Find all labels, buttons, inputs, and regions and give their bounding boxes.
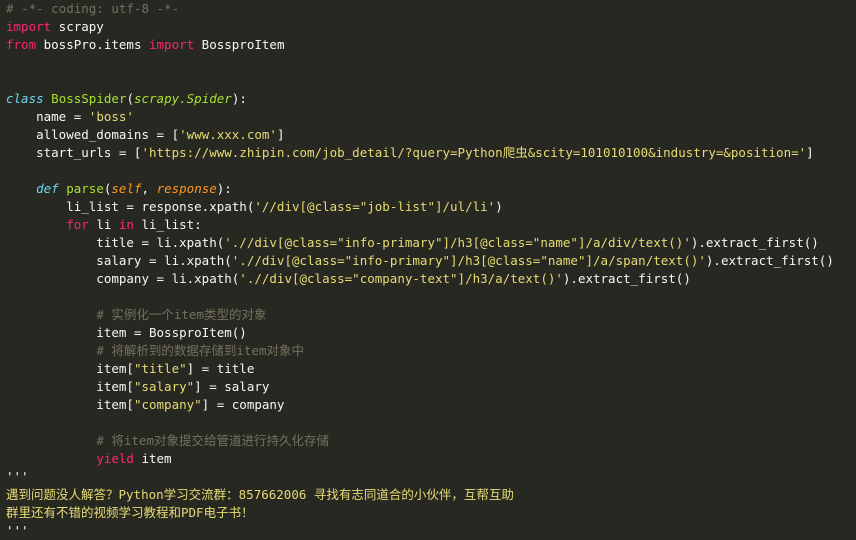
code-line: # 将item对象提交给管道进行持久化存储: [6, 432, 856, 450]
code-text-token: item = BossproItem(): [6, 325, 247, 340]
code-line: # 将解析到的数据存储到item对象中: [6, 342, 856, 360]
code-text-token: ]: [806, 145, 814, 160]
note-text-token: 群里还有不错的视频学习教程和PDF电子书！: [6, 505, 254, 520]
code-text-token: li_list:: [133, 217, 202, 232]
class-name-token: BossSpider: [51, 91, 127, 106]
keyword-token: for: [66, 217, 89, 232]
code-line: li_list = response.xpath('//div[@class="…: [6, 198, 856, 216]
code-line: class BossSpider(scrapy.Spider):: [6, 90, 856, 108]
parameter-token: response: [156, 181, 217, 196]
code-line: from bossPro.items import BossproItem: [6, 36, 856, 54]
string-token: 'boss': [88, 109, 134, 124]
code-text-token: item[: [6, 379, 134, 394]
comment-token: # -*- coding: utf-8 -*-: [6, 1, 180, 16]
code-line: def parse(self, response):: [6, 180, 856, 198]
string-token: './/div[@class="info-primary"]/h3[@class…: [224, 235, 691, 250]
code-text-token: ).extract_first(): [705, 253, 834, 268]
code-line: import scrapy: [6, 18, 856, 36]
code-line: start_urls = ['https://www.zhipin.com/jo…: [6, 144, 856, 162]
string-token: "company": [133, 397, 202, 412]
string-token: './/div[@class="company-text"]/h3/a/text…: [239, 271, 563, 286]
code-text-token: ): [495, 199, 503, 214]
string-token: 'www.xxx.com': [179, 127, 277, 142]
code-line: 群里还有不错的视频学习教程和PDF电子书！: [6, 504, 856, 522]
code-text-token: start_urls = [: [6, 145, 142, 160]
string-token: "title": [133, 361, 187, 376]
code-text-token: ,: [141, 181, 157, 196]
parameter-token: self: [111, 181, 142, 196]
code-line: # -*- coding: utf-8 -*-: [6, 0, 856, 18]
code-text-token: item: [133, 451, 172, 466]
code-line: for li in li_list:: [6, 216, 856, 234]
code-text-token: ] = salary: [194, 379, 270, 394]
code-line: salary = li.xpath('.//div[@class="info-p…: [6, 252, 856, 270]
code-text-token: li: [88, 217, 119, 232]
code-line: yield item: [6, 450, 856, 468]
keyword-token: import: [149, 37, 195, 52]
code-text-token: allowed_domains = [: [6, 127, 180, 142]
code-editor[interactable]: # -*- coding: utf-8 -*- import scrapy from…: [0, 0, 856, 538]
code-line: name = 'boss': [6, 108, 856, 126]
code-line: ''': [6, 468, 856, 486]
string-token: './/div[@class="info-primary"]/h3[@class…: [231, 253, 706, 268]
code-text-token: name =: [6, 109, 89, 124]
comment-token: # 将解析到的数据存储到item对象中: [96, 343, 304, 358]
code-text-token: bossPro.items: [36, 37, 149, 52]
keyword-token: import: [6, 19, 52, 34]
definition-keyword-token: class: [6, 91, 44, 106]
code-text-token: li_list = response.xpath(: [6, 199, 255, 214]
function-name-token: parse: [66, 181, 104, 196]
code-line: item["salary"] = salary: [6, 378, 856, 396]
comment-token: # 将item对象提交给管道进行持久化存储: [96, 433, 329, 448]
code-text-token: BossproItem: [194, 37, 285, 52]
code-line: item["title"] = title: [6, 360, 856, 378]
string-token: 'https://www.zhipin.com/job_detail/?quer…: [141, 145, 807, 160]
code-text-token: scrapy: [51, 19, 104, 34]
code-text-token: ] = company: [201, 397, 285, 412]
code-text-token: ).extract_first(): [690, 235, 819, 250]
keyword-token: yield: [96, 451, 134, 466]
code-text-token: ''': [6, 469, 29, 484]
code-text-token: ).extract_first(): [562, 271, 691, 286]
code-line: company = li.xpath('.//div[@class="compa…: [6, 270, 856, 288]
code-text-token: ] = title: [186, 361, 255, 376]
code-text-token: ''': [6, 523, 29, 538]
code-line: ''': [6, 522, 856, 540]
code-text-token: ):: [216, 181, 232, 196]
keyword-token: from: [6, 37, 37, 52]
code-text-token: salary = li.xpath(: [6, 253, 232, 268]
string-token: '//div[@class="job-list"]/ul/li': [254, 199, 496, 214]
code-text-token: item[: [6, 397, 134, 412]
code-text-token: company = li.xpath(: [6, 271, 240, 286]
code-line: title = li.xpath('.//div[@class="info-pr…: [6, 234, 856, 252]
code-text-token: ]: [276, 127, 285, 142]
comment-token: # 实例化一个item类型的对象: [96, 307, 267, 322]
code-text-token: item[: [6, 361, 134, 376]
string-token: "salary": [133, 379, 195, 394]
code-text-token: title = li.xpath(: [6, 235, 225, 250]
code-line: item["company"] = company: [6, 396, 856, 414]
code-text-token: ):: [231, 91, 247, 106]
keyword-token: in: [118, 217, 134, 232]
code-line: 遇到问题没人解答？Python学习交流群：857662006 寻找有志同道合的小…: [6, 486, 856, 504]
note-text-token: 遇到问题没人解答？Python学习交流群：857662006 寻找有志同道合的小…: [6, 487, 514, 502]
code-text-token: (: [126, 91, 134, 106]
definition-keyword-token: def: [36, 181, 59, 196]
code-line: item = BossproItem(): [6, 324, 856, 342]
code-line: # 实例化一个item类型的对象: [6, 306, 856, 324]
code-line: allowed_domains = ['www.xxx.com']: [6, 126, 856, 144]
base-class-token: scrapy.Spider: [133, 91, 232, 106]
